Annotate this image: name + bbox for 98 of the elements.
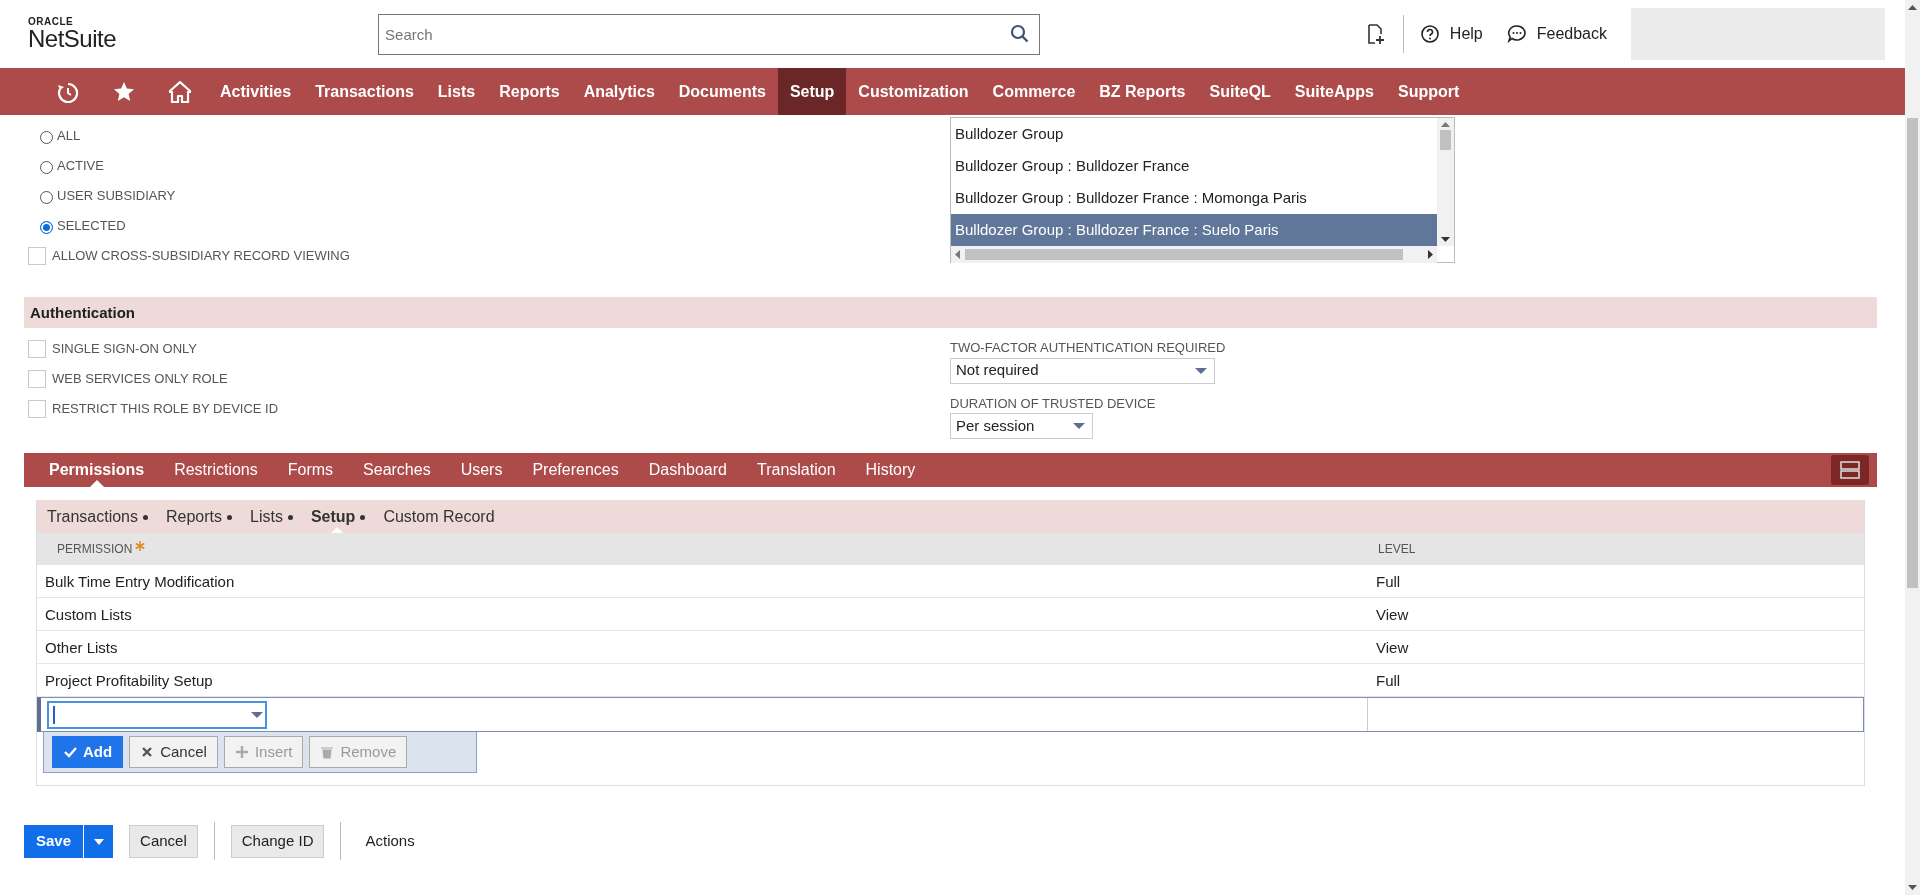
radio-button[interactable] <box>40 130 53 144</box>
header-link[interactable]: Feedback <box>1506 22 1607 46</box>
checkbox-label: WEB SERVICES ONLY ROLE <box>52 370 228 389</box>
table-cell: Other Lists <box>37 631 1368 664</box>
table-cell: Project Profitability Setup <box>37 664 1368 697</box>
table-cell: View <box>1368 598 1864 631</box>
list-option[interactable]: Bulldozer Group <box>951 118 1437 150</box>
checkbox-label: ALLOW CROSS-SUBSIDIARY RECORD VIEWING <box>52 247 350 266</box>
layout-toggle-icon[interactable] <box>1831 455 1869 485</box>
nav-menu-item[interactable]: BZ Reports <box>1087 68 1198 115</box>
nav-menu-item[interactable]: Customization <box>846 68 981 115</box>
table-cell: Full <box>1368 565 1864 598</box>
dropdown-field[interactable]: Per session <box>950 413 1093 439</box>
field-label: TWO-FACTOR AUTHENTICATION REQUIRED <box>950 339 1226 357</box>
nav-menu-item[interactable]: Activities <box>208 68 304 115</box>
row-cancel-button[interactable]: Cancel <box>129 736 218 768</box>
caret-icon <box>249 709 265 721</box>
tab[interactable]: Preferences <box>517 453 634 487</box>
subtab[interactable]: Setup <box>304 500 378 533</box>
field-label: DURATION OF TRUSTED DEVICE <box>950 394 1157 413</box>
home-icon[interactable] <box>169 80 191 103</box>
checkbox-label: RESTRICT THIS ROLE BY DEVICE ID <box>52 400 279 419</box>
subtab[interactable]: Lists <box>244 500 305 533</box>
tab[interactable]: Permissions <box>34 453 160 487</box>
radio-button[interactable] <box>40 160 53 174</box>
column-header: PERMISSION <box>37 533 1368 565</box>
table-cell: Bulk Time Entry Modification <box>37 565 1368 598</box>
checkbox[interactable] <box>28 400 46 418</box>
subtab[interactable]: Transactions <box>41 500 160 533</box>
caret-icon <box>1071 420 1087 432</box>
permission-dropdown[interactable] <box>47 701 267 729</box>
nav-menu-item[interactable]: Lists <box>425 68 488 115</box>
star-icon[interactable] <box>113 80 135 103</box>
radio-label: USER SUBSIDIARY <box>57 187 176 206</box>
check-icon <box>63 745 77 759</box>
actions-menu[interactable]: Actions <box>365 829 415 853</box>
radio-button[interactable] <box>40 190 53 204</box>
feedback-icon <box>1506 24 1527 44</box>
logo-wordmark: NetSuite <box>28 27 117 51</box>
radio-label: SELECTED <box>57 217 126 236</box>
nav-menu-item[interactable]: SuiteApps <box>1282 68 1386 115</box>
tab[interactable]: Dashboard <box>633 453 742 487</box>
checkbox[interactable] <box>28 247 46 265</box>
tab[interactable]: History <box>850 453 931 487</box>
nav-menu-item[interactable]: Documents <box>666 68 778 115</box>
subsidiary-listbox[interactable]: Bulldozer Group Bulldozer Group : Bulldozer France Bulldozer Group : Bulldozer France : Momonga Paris Bulldozer Group : Bulldozer France : Suelo Paris <box>950 117 1455 263</box>
subtab[interactable]: Reports <box>160 500 245 533</box>
horizontal-scrollbar[interactable] <box>951 246 1437 263</box>
help-icon <box>1419 24 1440 44</box>
list-option[interactable]: Bulldozer Group : Bulldozer France : Suelo Paris <box>951 214 1437 246</box>
nav-menu-item[interactable]: SuiteQL <box>1197 68 1283 115</box>
nav-menu-item[interactable]: Reports <box>487 68 572 115</box>
save-button[interactable]: Save <box>24 824 84 858</box>
save-menu-button[interactable] <box>83 824 114 858</box>
tab[interactable]: Forms <box>272 453 349 487</box>
search-icon[interactable] <box>1010 23 1031 44</box>
table-cell: Custom Lists <box>37 598 1368 631</box>
trash-icon <box>320 745 335 759</box>
list-option[interactable]: Bulldozer Group : Bulldozer France : Momonga Paris <box>951 182 1437 214</box>
checkbox[interactable] <box>28 370 46 388</box>
list-option[interactable]: Bulldozer Group : Bulldozer France <box>951 150 1437 182</box>
page-scrollbar[interactable] <box>1905 0 1920 895</box>
required-asterisk-icon <box>135 541 146 551</box>
entry-dot-icon <box>143 514 148 520</box>
recent-history-icon[interactable] <box>57 80 79 103</box>
radio-label: ALL <box>57 127 81 146</box>
tab[interactable]: Searches <box>348 453 446 487</box>
tab[interactable]: Users <box>445 453 518 487</box>
caret-icon <box>92 837 105 846</box>
tab[interactable]: Translation <box>742 453 851 487</box>
entry-dot-icon <box>227 514 233 520</box>
nav-menu-item[interactable]: Analytics <box>571 68 667 115</box>
table-cell: Full <box>1368 664 1864 697</box>
section-header: Authentication <box>24 297 1877 328</box>
tab[interactable]: Restrictions <box>159 453 273 487</box>
radio-label: ACTIVE <box>57 157 104 176</box>
column-header: LEVEL <box>1368 533 1864 565</box>
nav-menu-item[interactable]: Transactions <box>303 68 426 115</box>
close-icon <box>140 745 155 759</box>
subtab[interactable]: Custom Record <box>377 500 507 533</box>
header-link[interactable]: Help <box>1419 22 1483 46</box>
table-cell: View <box>1368 631 1864 664</box>
nav-menu-item[interactable]: Support <box>1386 68 1472 115</box>
plus-icon <box>234 745 249 759</box>
entry-dot-icon <box>287 514 293 520</box>
footer-button[interactable]: Change ID <box>230 824 325 858</box>
dropdown-field[interactable]: Not required <box>950 357 1215 384</box>
radio-button[interactable] <box>40 220 53 234</box>
list-scrollbar[interactable] <box>1437 118 1454 246</box>
entry-dot-icon <box>360 514 366 520</box>
nav-menu-item[interactable]: Commerce <box>980 68 1088 115</box>
checkbox-label: SINGLE SIGN-ON ONLY <box>52 340 197 359</box>
row-add-button[interactable]: Add <box>52 736 124 768</box>
search-field[interactable]: Search <box>378 13 1041 55</box>
nav-menu-item[interactable]: Setup <box>777 68 847 115</box>
logo-wordmark-small: ORACLE <box>28 17 75 27</box>
checkbox[interactable] <box>28 340 46 358</box>
footer-button[interactable]: Cancel <box>129 824 198 858</box>
